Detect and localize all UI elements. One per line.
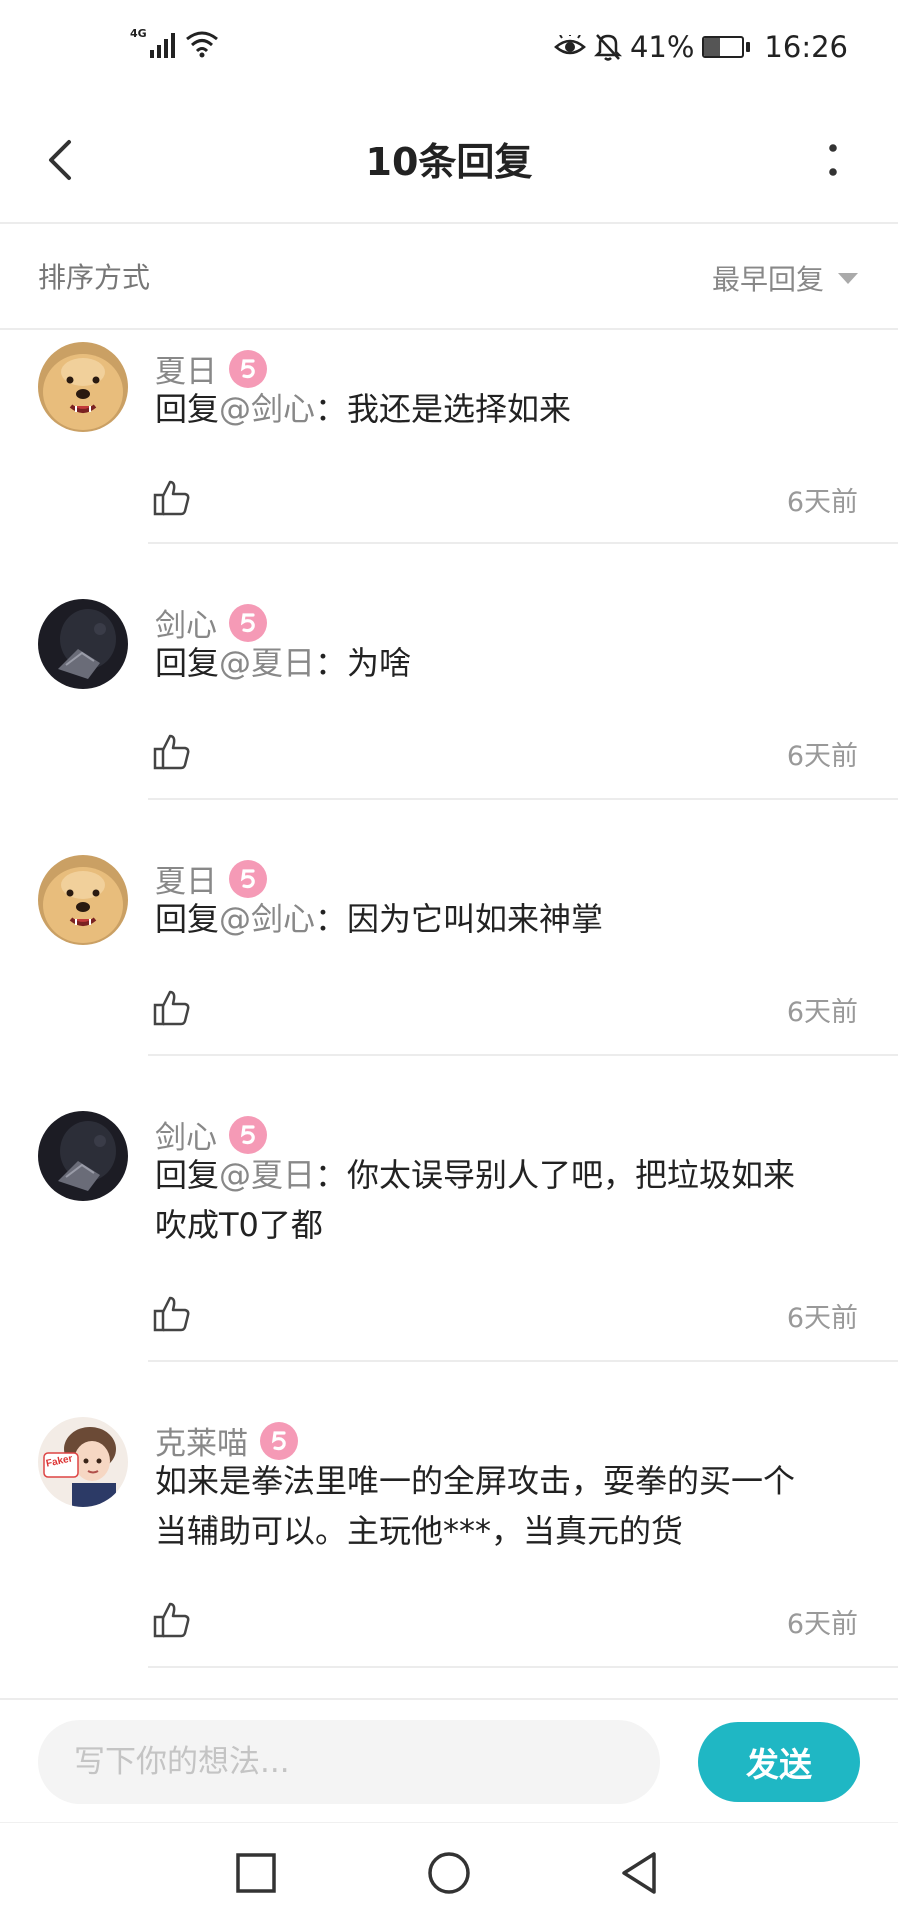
like-button[interactable] [152,732,192,772]
divider [148,1666,898,1668]
recents-button[interactable] [232,1849,280,1897]
reply-line: 当辅助可以。主玩他***，当真元的货 [155,1512,684,1550]
mention-link[interactable]: @夏日 [219,644,315,682]
reply-item: Faker 克莱喵 如来是拳法里唯一的全屏攻击，耍拳的买一个 当辅助可以。主玩他… [0,1362,898,1668]
network-type: 4G [130,27,147,40]
level-five-icon [240,612,255,632]
dog-avatar-image [38,342,128,432]
comment-input-bar: 发送 [0,1698,898,1822]
home-button[interactable] [425,1849,473,1897]
level-badge [260,1421,298,1460]
sort-dropdown[interactable]: 最早回复 [712,226,858,330]
more-vertical-icon [829,144,837,176]
avatar[interactable]: Faker [38,1417,128,1507]
sort-bar: 排序方式 最早回复 [0,226,898,330]
dog-avatar-image [38,855,128,945]
reply-body: 我还是选择如来 [347,390,572,428]
signal-icon [149,30,175,58]
like-button[interactable] [152,1294,192,1334]
level-badge [229,1115,267,1154]
home-circle-icon [428,1852,470,1894]
dark-avatar-image [38,599,128,689]
like-button[interactable] [152,1600,192,1640]
status-bar: 4G 41% 16:26 [0,0,898,100]
reply-separator: ： [315,1156,348,1194]
status-left: 4G [130,27,219,58]
reply-item: 夏日 回复@剑心：因为它叫如来神掌 6天前 [0,800,898,1056]
more-button[interactable] [808,130,858,190]
reply-line: 回复@夏日：你太误导别人了吧，把垃圾如来 [155,1150,865,1200]
reply-prefix: 回复 [155,900,220,938]
reply-time: 6天前 [786,741,858,772]
dark-avatar-image [38,1111,128,1201]
level-five-icon [240,358,255,378]
avatar[interactable] [38,1111,128,1201]
avatar[interactable] [38,599,128,689]
level-badge [229,859,267,898]
reply-time: 6天前 [786,487,858,518]
mention-link[interactable]: @剑心 [219,900,315,938]
comment-input[interactable] [38,1720,660,1804]
reply-time: 6天前 [786,1303,858,1334]
system-navigation-bar [0,1822,898,1920]
level-five-icon [240,868,255,888]
thumbs-up-icon [153,480,190,516]
eye-comfort-icon [554,35,586,55]
reply-item: 夏日 回复@剑心：我还是选择如来 6天前 [0,332,898,544]
reply-prefix: 回复 [155,1156,220,1194]
reply-content: 回复@夏日：你太误导别人了吧，把垃圾如来 吹成T0了都 [155,1150,865,1250]
reply-item: 剑心 回复@夏日：你太误导别人了吧，把垃圾如来 吹成T0了都 6天前 [0,1056,898,1362]
reply-separator: ： [315,900,348,938]
recents-square-icon [236,1853,276,1893]
reply-prefix: 回复 [155,644,220,682]
level-five-icon [240,1124,255,1144]
thumbs-up-icon [153,734,190,770]
status-right: 41% 16:26 [554,30,848,64]
sort-selected-value: 最早回复 [711,263,824,296]
avatar[interactable] [38,855,128,945]
level-badge [229,349,267,388]
reply-time: 6天前 [786,1609,858,1640]
reply-separator: ： [315,390,348,428]
thumbs-up-icon [153,990,190,1026]
reply-line: 如来是拳法里唯一的全屏攻击，耍拳的买一个 [155,1462,796,1500]
reply-time: 6天前 [786,997,858,1028]
like-button[interactable] [152,478,192,518]
sort-label: 排序方式 [38,261,151,294]
reply-content: 如来是拳法里唯一的全屏攻击，耍拳的买一个 当辅助可以。主玩他***，当真元的货 [155,1456,865,1556]
avatar[interactable] [38,342,128,432]
battery-percent: 41% [629,30,695,64]
wifi-icon [185,31,218,58]
level-five-icon [271,1430,286,1450]
caret-down-icon [838,272,858,284]
thumbs-up-icon [153,1296,190,1332]
send-button[interactable]: 发送 [698,1722,860,1802]
reply-body: 你太误导别人了吧，把垃圾如来 [347,1156,796,1194]
like-button[interactable] [152,988,192,1028]
mention-link[interactable]: @夏日 [219,1156,315,1194]
nav-bar: 10条回复 [0,100,898,224]
reply-body: 因为它叫如来神掌 [347,900,604,938]
back-triangle-icon [622,1852,656,1894]
page-title: 10条回复 [365,140,533,184]
thumbs-up-icon [153,1602,190,1638]
reply-content: 回复@夏日：为啥 [155,638,865,688]
mute-icon [593,34,622,61]
level-badge [229,603,267,642]
reply-content: 回复@剑心：因为它叫如来神掌 [155,894,865,944]
mention-link[interactable]: @剑心 [219,390,315,428]
reply-body: 为啥 [347,644,412,682]
system-back-button[interactable] [616,1849,664,1897]
reply-item: 剑心 回复@夏日：为啥 6天前 [0,544,898,800]
clock: 16:26 [764,30,848,64]
reply-prefix: 回复 [155,390,220,428]
reply-list[interactable]: 夏日 回复@剑心：我还是选择如来 6天前 剑心 回复@夏日：为啥 6天前 夏日 … [0,332,898,1698]
battery-icon [702,36,751,58]
reply-line: 吹成T0了都 [155,1206,323,1244]
reply-separator: ： [315,644,348,682]
reply-content: 回复@剑心：我还是选择如来 [155,384,865,434]
